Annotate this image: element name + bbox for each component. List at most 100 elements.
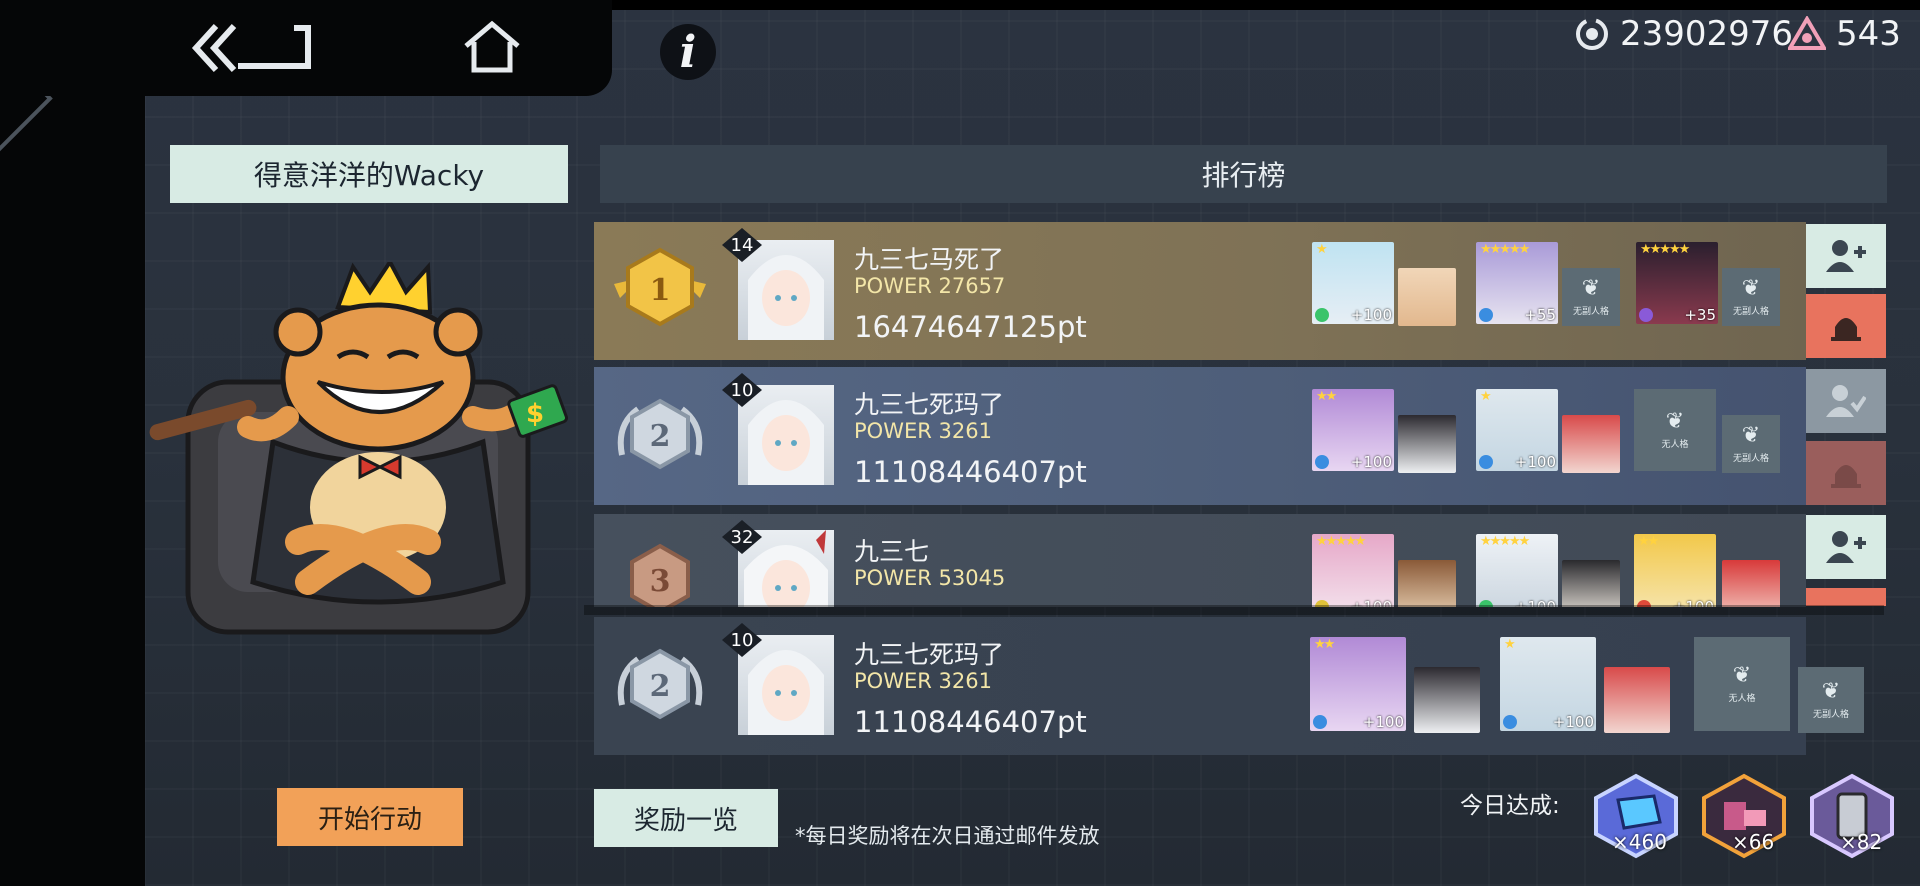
report-button[interactable]: [1806, 294, 1886, 358]
add-friend-button[interactable]: [1806, 515, 1886, 579]
empty-slot-icon: ❦: [1665, 408, 1685, 434]
leaderboard-row[interactable]: 2 10 九三七死玛了 POWER 3261 11108446407pt ★★ …: [594, 617, 1806, 755]
left-frame: [0, 0, 145, 886]
player-name: 九三七死玛了: [854, 640, 1005, 669]
friend-check-icon: [1826, 385, 1866, 417]
alarm-icon: [1831, 318, 1861, 341]
empty-slot-label: 无副人格: [1732, 306, 1769, 317]
empty-slot-icon: ❦: [1821, 678, 1841, 704]
svg-text:3: 3: [650, 564, 671, 599]
today-progress-label: 今日达成:: [1460, 793, 1560, 819]
leaderboard-title: 排行榜: [600, 145, 1887, 203]
credit-value: 23902976: [1620, 14, 1794, 54]
rank-gold-badge-icon: 1: [614, 247, 706, 327]
alarm-check-icon: [1831, 465, 1861, 488]
character-bonus: +35: [1684, 306, 1716, 324]
star-rating: ★★: [1638, 534, 1659, 549]
rank-bronze-badge-icon: 3: [630, 543, 690, 607]
gem-counter: 543: [1788, 12, 1901, 56]
player-points: 11108446407pt: [854, 705, 1087, 739]
reward-list-button[interactable]: 奖励一览: [594, 789, 778, 847]
row-divider: [584, 605, 1884, 615]
team-main-character[interactable]: ★★ +100: [1310, 637, 1406, 731]
element-icon: [1313, 715, 1327, 729]
element-icon: [1503, 715, 1517, 729]
team-main-character[interactable]: ★★★★★ +35: [1636, 242, 1718, 324]
player-power: POWER 3261: [854, 419, 992, 443]
empty-slot-label: 无人格: [1661, 439, 1689, 450]
leaderboard-row[interactable]: 2 10 九三七死玛了 POWER 3261 11108446407pt ★★ …: [594, 367, 1806, 505]
svg-text:$: $: [526, 399, 544, 429]
team-support-character[interactable]: [1398, 415, 1456, 473]
credit-counter: 23902976: [1574, 12, 1793, 56]
player-name-plate: 得意洋洋的Wacky: [170, 145, 568, 203]
player-avatar[interactable]: [738, 240, 834, 340]
star-rating: ★★★★★: [1480, 534, 1530, 549]
empty-main-slot[interactable]: ❦ 无人格: [1694, 637, 1790, 731]
star-rating: ★★★★★: [1316, 534, 1366, 549]
empty-support-slot[interactable]: ❦ 无副人格: [1562, 268, 1620, 326]
team-support-character[interactable]: [1398, 560, 1456, 607]
team-main-character[interactable]: ★★★★★ +100: [1312, 534, 1394, 607]
empty-slot-icon: ❦: [1741, 275, 1761, 301]
report-button[interactable]: [1806, 588, 1886, 606]
reward-count: ×82: [1840, 830, 1883, 854]
star-rating: ★★★★★: [1640, 242, 1690, 257]
team-main-character[interactable]: ★★ +100: [1634, 534, 1716, 607]
reward-count: ×66: [1732, 830, 1775, 854]
empty-slot-label: 无副人格: [1812, 709, 1849, 720]
empty-slot-label: 无副人格: [1732, 453, 1769, 464]
team-support-character[interactable]: [1604, 667, 1670, 733]
team-support-character[interactable]: [1398, 268, 1456, 326]
element-icon: [1479, 455, 1493, 469]
empty-slot-label: 无副人格: [1572, 306, 1609, 317]
empty-main-slot[interactable]: ❦ 无人格: [1634, 389, 1716, 471]
team-main-character[interactable]: ★ +100: [1476, 389, 1558, 471]
reward-count: ×460: [1612, 830, 1667, 854]
rank-silver-badge-icon: 2: [617, 648, 703, 720]
home-icon: [464, 20, 520, 73]
character-bonus: +100: [1350, 453, 1392, 471]
team-main-character[interactable]: ★★★★★ +100: [1476, 534, 1558, 607]
team-main-character[interactable]: ★ +100: [1312, 242, 1394, 324]
player-points: 16474647125pt: [854, 310, 1087, 344]
player-avatar[interactable]: [738, 385, 834, 485]
player-name: 九三七死玛了: [854, 390, 1005, 419]
empty-support-slot[interactable]: ❦ 无副人格: [1798, 667, 1864, 733]
empty-slot-icon: ❦: [1581, 275, 1601, 301]
info-button[interactable]: i: [660, 24, 716, 80]
empty-slot-icon: ❦: [1741, 422, 1761, 448]
leaderboard-row[interactable]: 3 32 九三七 POWER 53045 ★★★★★ +100 ★★★★★ +1…: [594, 514, 1806, 607]
element-icon: [1479, 308, 1493, 322]
back-button[interactable]: [190, 22, 314, 74]
friend-added-button[interactable]: [1806, 369, 1886, 433]
player-name: 九三七马死了: [854, 245, 1005, 274]
add-friend-button[interactable]: [1806, 224, 1886, 288]
empty-slot-icon: ❦: [1732, 662, 1752, 688]
double-chevron-back-icon: [191, 23, 311, 73]
start-action-button[interactable]: 开始行动: [277, 788, 463, 846]
reported-button[interactable]: [1806, 441, 1886, 505]
empty-support-slot[interactable]: ❦ 无副人格: [1722, 415, 1780, 473]
empty-support-slot[interactable]: ❦ 无副人格: [1722, 268, 1780, 326]
rank-silver-badge-icon: 2: [617, 398, 703, 470]
character-bonus: +100: [1514, 453, 1556, 471]
credit-coin-icon: [1576, 18, 1608, 50]
home-button[interactable]: [462, 20, 522, 74]
star-rating: ★: [1316, 242, 1328, 257]
team-main-character[interactable]: ★★ +100: [1312, 389, 1394, 471]
team-support-character[interactable]: [1562, 560, 1620, 607]
character-bonus: +100: [1552, 713, 1594, 731]
player-avatar[interactable]: [738, 635, 834, 735]
leaderboard-row[interactable]: 1 14 九三七马死了 POWER 27657 16474647125pt ★ …: [594, 222, 1806, 360]
player-points: 11108446407pt: [854, 455, 1087, 489]
team-main-character[interactable]: ★ +100: [1500, 637, 1596, 731]
element-icon: [1315, 455, 1329, 469]
team-support-character[interactable]: [1414, 667, 1480, 733]
star-rating: ★: [1504, 637, 1516, 652]
team-main-character[interactable]: ★★★★★ +55: [1476, 242, 1558, 324]
team-support-character[interactable]: [1562, 415, 1620, 473]
star-rating: ★★★★★: [1480, 242, 1530, 257]
team-support-character[interactable]: [1722, 560, 1780, 607]
svg-text:2: 2: [650, 669, 671, 704]
